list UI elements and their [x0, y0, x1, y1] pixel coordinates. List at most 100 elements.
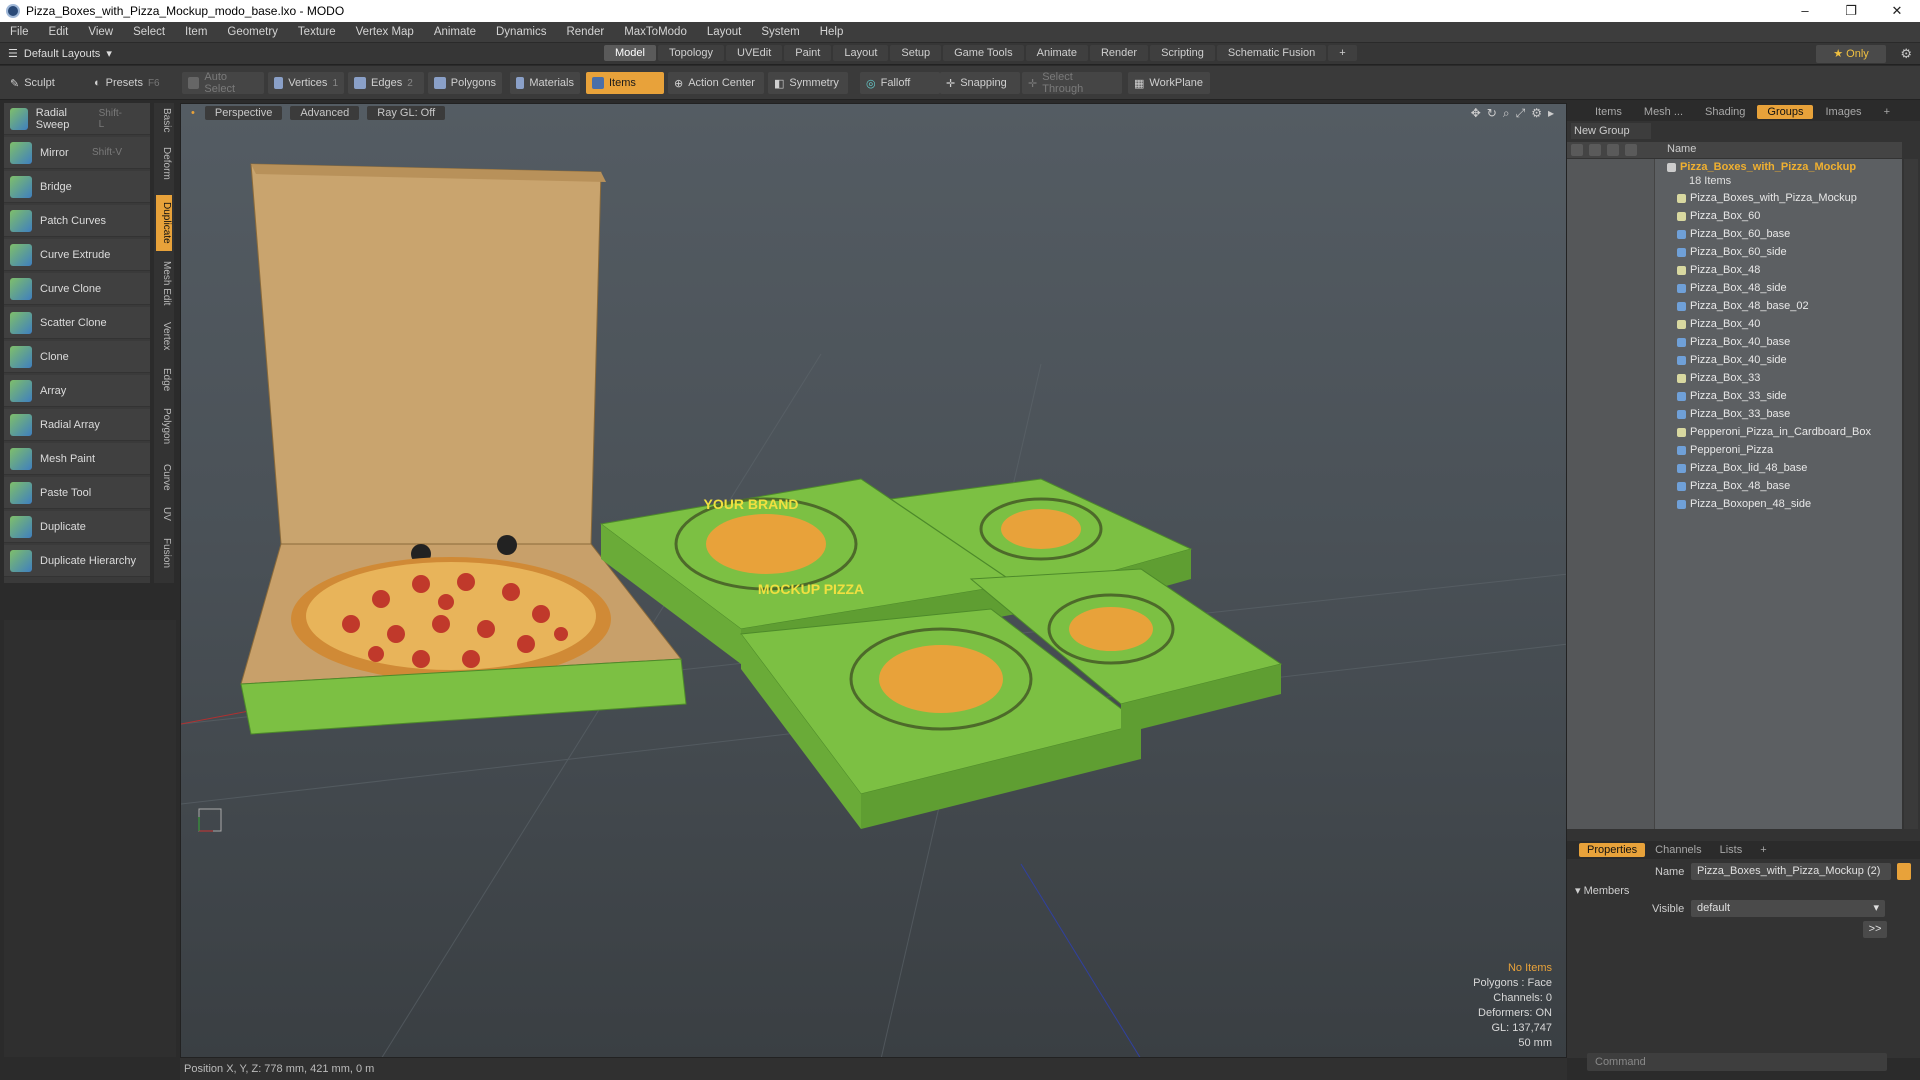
list-item[interactable]: Pepperoni_Pizza [1677, 444, 1773, 456]
vtab-uv[interactable]: UV [156, 503, 172, 525]
select-through-button[interactable]: ✛ Select Through [1022, 71, 1122, 95]
gear-icon[interactable]: ⚙ [1900, 46, 1912, 62]
tab-images[interactable]: Images [1815, 105, 1871, 119]
bridge-tool[interactable]: Bridge [4, 171, 150, 203]
paste-tool[interactable]: Paste Tool [4, 477, 150, 509]
maximize-button[interactable]: ❐ [1828, 3, 1874, 19]
tab-scripting[interactable]: Scripting [1150, 45, 1215, 61]
radial-sweep-tool[interactable]: Radial Sweep Shift-L [4, 103, 150, 135]
menu-edit[interactable]: Edit [39, 26, 79, 38]
list-item[interactable]: Pizza_Box_48_base [1677, 480, 1790, 492]
list-item[interactable]: Pepperoni_Pizza_in_Cardboard_Box [1677, 426, 1871, 438]
render-column-icon[interactable] [1589, 144, 1601, 156]
list-item[interactable]: Pizza_Boxopen_48_side [1677, 498, 1811, 510]
presets-button[interactable]: ◐ Presets F6 [88, 72, 172, 94]
polygons-button[interactable]: Polygons [428, 72, 502, 94]
only-toggle[interactable]: ★ Only [1816, 45, 1886, 63]
tab-paint[interactable]: Paint [784, 45, 832, 61]
list-item[interactable]: Pizza_Box_33 [1677, 372, 1760, 384]
tab-game-tools[interactable]: Game Tools [943, 45, 1024, 61]
radial-array-tool[interactable]: Radial Array [4, 409, 150, 441]
3d-viewport[interactable]: • Perspective Advanced Ray GL: Off ✥ ↻ ⌕… [180, 103, 1567, 1058]
name-options-button[interactable] [1897, 863, 1911, 880]
tab-model[interactable]: Model [604, 45, 656, 61]
menu-file[interactable]: File [0, 26, 39, 38]
symmetry-button[interactable]: ◧ Symmetry [768, 72, 848, 94]
items-button[interactable]: Items [586, 72, 664, 94]
expand-arrow-button[interactable]: >> [1863, 921, 1887, 938]
tab-channels[interactable]: Channels [1647, 843, 1709, 857]
workplane-button[interactable]: ▦ WorkPlane [1128, 72, 1210, 94]
eye-column-icon[interactable] [1571, 144, 1583, 156]
list-item[interactable]: Pizza_Box_40 [1677, 318, 1760, 330]
command-input[interactable]: Command [1587, 1053, 1887, 1071]
vtab-deform[interactable]: Deform [156, 143, 172, 183]
menu-render[interactable]: Render [556, 26, 614, 38]
tab-uvedit[interactable]: UVEdit [726, 45, 783, 61]
vtab-curve[interactable]: Curve [156, 459, 172, 495]
sculpt-button[interactable]: ✎ Sculpt [4, 72, 88, 94]
mirror-tool[interactable]: Mirror Shift-V [4, 137, 150, 169]
menu-view[interactable]: View [78, 26, 123, 38]
tab-topology[interactable]: Topology [657, 45, 725, 61]
list-item[interactable]: Pizza_Box_48 [1677, 264, 1760, 276]
lock-column-icon[interactable] [1607, 144, 1619, 156]
list-item[interactable]: Pizza_Box_48_side [1677, 282, 1787, 294]
menu-vertex-map[interactable]: Vertex Map [346, 26, 424, 38]
add-panel-tab-button[interactable]: + [1874, 105, 1900, 119]
vtab-duplicate[interactable]: Duplicate [156, 195, 172, 251]
members-section[interactable]: ▾ Members [1575, 884, 1629, 897]
curve-extrude-tool[interactable]: Curve Extrude [4, 239, 150, 271]
list-item[interactable]: Pizza_Boxes_with_Pizza_Mockup [1677, 192, 1857, 204]
tab-schematic-fusion[interactable]: Schematic Fusion [1216, 45, 1327, 61]
list-item[interactable]: Pizza_Box_40_base [1677, 336, 1790, 348]
menu-texture[interactable]: Texture [288, 26, 346, 38]
vtab-mesh-edit[interactable]: Mesh Edit [156, 257, 172, 309]
close-button[interactable]: ✕ [1874, 3, 1920, 19]
list-item[interactable]: Pizza_Box_33_side [1677, 390, 1787, 402]
array-tool[interactable]: Array [4, 375, 150, 407]
tab-layout[interactable]: Layout [833, 45, 889, 61]
mesh-paint-tool[interactable]: Mesh Paint [4, 443, 150, 475]
new-group-button[interactable]: New Group [1571, 123, 1651, 139]
menu-help[interactable]: Help [810, 26, 854, 38]
duplicate-tool[interactable]: Duplicate [4, 511, 150, 543]
curve-clone-tool[interactable]: Curve Clone [4, 273, 150, 305]
menu-select[interactable]: Select [123, 26, 175, 38]
menu-geometry[interactable]: Geometry [217, 26, 288, 38]
auto-select-button[interactable]: Auto Select [182, 71, 264, 95]
menu-dynamics[interactable]: Dynamics [486, 26, 556, 38]
orientation-gizmo[interactable] [198, 808, 222, 832]
add-properties-tab-button[interactable]: + [1752, 843, 1774, 857]
menu-system[interactable]: System [751, 26, 809, 38]
add-tab-button[interactable]: + [1328, 45, 1357, 61]
list-item[interactable]: Pizza_Box_60 [1677, 210, 1760, 222]
vtab-polygon[interactable]: Polygon [156, 403, 172, 449]
minimize-button[interactable]: – [1782, 3, 1828, 19]
group-root[interactable]: Pizza_Boxes_with_Pizza_Mockup [1667, 161, 1856, 173]
tab-setup[interactable]: Setup [890, 45, 942, 61]
default-layouts-dropdown[interactable]: ☰ Default Layouts ▾ [8, 47, 178, 61]
list-item[interactable]: Pizza_Box_33_base [1677, 408, 1790, 420]
menu-maxtomodo[interactable]: MaxToModo [614, 26, 697, 38]
tab-lists[interactable]: Lists [1712, 843, 1751, 857]
menu-item[interactable]: Item [175, 26, 217, 38]
vertices-button[interactable]: Vertices 1 [268, 72, 344, 94]
menu-layout[interactable]: Layout [697, 26, 752, 38]
tab-groups[interactable]: Groups [1757, 105, 1814, 119]
vtab-basic[interactable]: Basic [156, 105, 172, 135]
tab-shading[interactable]: Shading [1695, 105, 1755, 119]
falloff-button[interactable]: ◎ Falloff [860, 72, 940, 94]
clone-tool[interactable]: Clone [4, 341, 150, 373]
list-item[interactable]: Pizza_Box_48_base_02 [1677, 300, 1809, 312]
vtab-edge[interactable]: Edge [156, 365, 172, 395]
tab-render[interactable]: Render [1089, 45, 1149, 61]
group-name-field[interactable]: Pizza_Boxes_with_Pizza_Mockup (2) [1691, 863, 1891, 880]
select-column-icon[interactable] [1625, 144, 1637, 156]
tab-items[interactable]: Items [1585, 105, 1632, 119]
list-item[interactable]: Pizza_Box_40_side [1677, 354, 1787, 366]
menu-animate[interactable]: Animate [424, 26, 486, 38]
tab-animate[interactable]: Animate [1025, 45, 1088, 61]
action-center-button[interactable]: ⊕ Action Center [668, 72, 764, 94]
vtab-fusion[interactable]: Fusion [156, 533, 172, 573]
